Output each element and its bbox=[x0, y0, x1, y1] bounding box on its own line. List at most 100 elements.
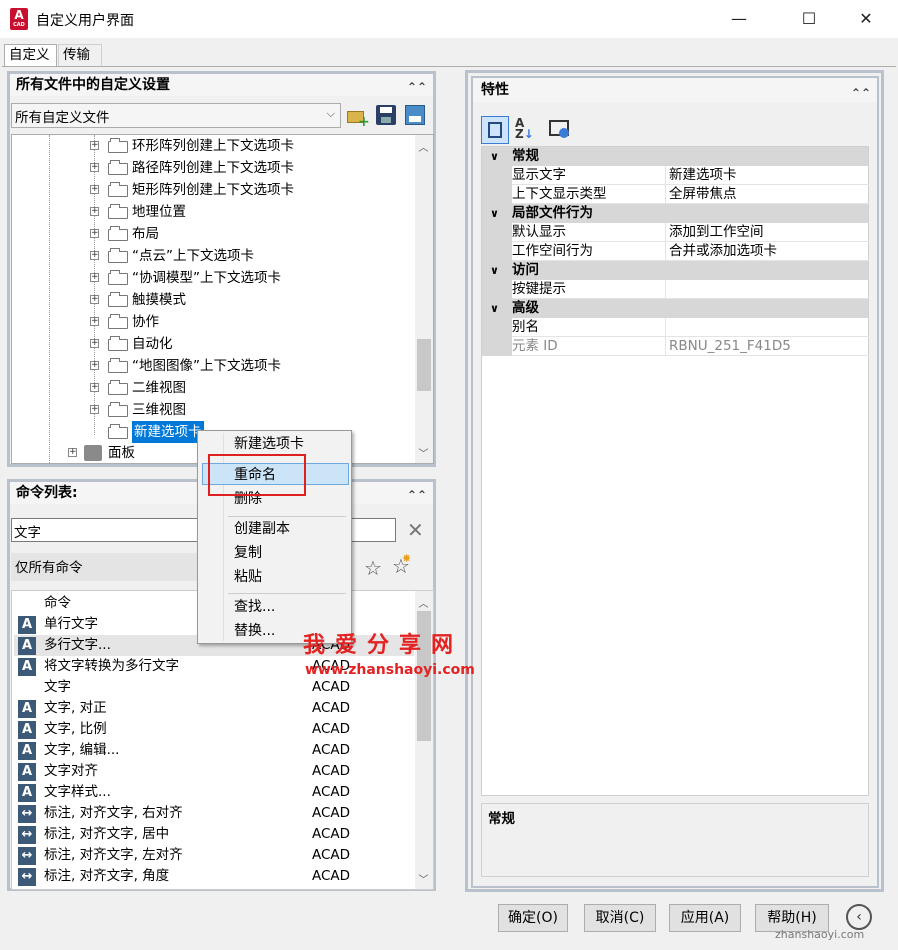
properties-panel: 特性 ⌃⌃ A Z↓ ∨ 常规 显示文字 新建选项卡 上下文显示类型 全屏带焦点 ∨ 局部文件行… bbox=[471, 76, 879, 888]
command-row[interactable]: ↔ 标注, 对齐文字, 左对齐 ACAD bbox=[14, 845, 414, 866]
property-row[interactable]: 按键提示 bbox=[512, 280, 869, 299]
save-icon[interactable] bbox=[376, 105, 396, 125]
ok-button[interactable]: 确定(O) bbox=[498, 904, 568, 932]
command-source: ACAD bbox=[312, 784, 351, 800]
tree-node-label: 矩形阵列创建上下文选项卡 bbox=[132, 182, 294, 198]
command-icon: ↔ bbox=[18, 826, 36, 844]
menu-item-new-tab[interactable]: 新建选项卡 bbox=[234, 434, 304, 454]
expand-icon[interactable]: + bbox=[90, 361, 99, 370]
menu-item-paste[interactable]: 粘贴 bbox=[234, 567, 262, 587]
property-value[interactable]: 添加到工作空间 bbox=[665, 223, 870, 242]
tab-customize[interactable]: 自定义 bbox=[4, 44, 57, 67]
menu-item-replace[interactable]: 替换... bbox=[234, 621, 275, 641]
command-row[interactable]: A 文字, 对正 ACAD bbox=[14, 698, 414, 719]
menu-item-copy[interactable]: 复制 bbox=[234, 543, 262, 563]
maximize-button[interactable]: ☐ bbox=[786, 0, 832, 38]
customizations-panel-title: 所有文件中的自定义设置 bbox=[16, 77, 170, 93]
preview-icon[interactable] bbox=[405, 105, 425, 125]
property-value[interactable] bbox=[665, 318, 870, 337]
property-key: 默认显示 bbox=[512, 224, 566, 240]
expand-icon[interactable]: + bbox=[90, 383, 99, 392]
chevron-down-icon[interactable]: ∨ bbox=[490, 261, 499, 280]
property-row[interactable]: 工作空间行为 合并或添加选项卡 bbox=[512, 242, 869, 261]
command-name: 文字, 比例 bbox=[44, 721, 107, 737]
minimize-button[interactable]: — bbox=[716, 0, 762, 38]
command-row[interactable]: A 文字样式... ACAD bbox=[14, 782, 414, 803]
property-value[interactable] bbox=[665, 280, 870, 299]
window-title: 自定义用户界面 bbox=[36, 13, 134, 29]
property-value[interactable]: RBNU_251_F41D5 bbox=[665, 337, 870, 356]
expand-icon[interactable]: + bbox=[90, 251, 99, 260]
scroll-down-arrow-icon[interactable]: ﹀ bbox=[415, 871, 432, 886]
expand-icon[interactable]: + bbox=[90, 273, 99, 282]
scrollbar-thumb[interactable] bbox=[417, 339, 431, 391]
collapse-icon[interactable]: ⌃⌃ bbox=[407, 484, 427, 506]
tree-scrollbar[interactable]: ︿ ﹀ bbox=[415, 135, 433, 463]
open-file-icon[interactable]: + bbox=[346, 105, 370, 130]
property-value[interactable]: 全屏带焦点 bbox=[665, 185, 870, 204]
expand-icon[interactable]: + bbox=[90, 229, 99, 238]
expand-icon[interactable]: + bbox=[90, 163, 99, 172]
command-row[interactable]: A 文字, 编辑... ACAD bbox=[14, 740, 414, 761]
command-row[interactable]: ↔ 标注, 对齐文字, 居中 ACAD bbox=[14, 824, 414, 845]
expand-icon[interactable]: + bbox=[90, 405, 99, 414]
command-row[interactable]: A 文字, 比例 ACAD bbox=[14, 719, 414, 740]
tab-folder-icon bbox=[108, 402, 128, 417]
command-source: ACAD bbox=[312, 679, 351, 695]
property-value[interactable]: 合并或添加选项卡 bbox=[665, 242, 870, 261]
command-icon: A bbox=[18, 637, 36, 655]
tab-folder-icon bbox=[108, 292, 128, 307]
collapse-icon[interactable]: ⌃⌃ bbox=[407, 76, 427, 98]
new-command-star-icon[interactable]: ☆ ✸ bbox=[392, 552, 411, 578]
scroll-up-arrow-icon[interactable]: ︿ bbox=[415, 139, 432, 154]
menu-item-find[interactable]: 查找... bbox=[234, 597, 275, 617]
autocad-app-icon: A CAD bbox=[10, 8, 28, 30]
property-row[interactable]: 显示文字 新建选项卡 bbox=[512, 166, 869, 185]
command-icon: ↔ bbox=[18, 805, 36, 823]
sort-az-icon[interactable]: A Z↓ bbox=[515, 117, 534, 140]
chevron-down-icon[interactable]: ∨ bbox=[490, 204, 499, 223]
watermark-corner: zhanshaoyi.com bbox=[775, 928, 865, 941]
property-row[interactable]: 默认显示 添加到工作空间 bbox=[512, 223, 869, 242]
property-category[interactable]: ∨ 高级 bbox=[482, 299, 868, 318]
command-row[interactable]: 文字 ACAD bbox=[14, 677, 414, 698]
command-row[interactable]: ↔ 标注, 对齐文字, 角度 ACAD bbox=[14, 866, 414, 887]
cancel-button[interactable]: 取消(C) bbox=[584, 904, 656, 932]
expand-icon[interactable]: + bbox=[90, 185, 99, 194]
tree-node-label: 地理位置 bbox=[132, 204, 186, 220]
menu-item-duplicate[interactable]: 创建副本 bbox=[234, 519, 290, 539]
collapse-icon[interactable]: ⌃⌃ bbox=[851, 81, 871, 105]
customization-file-combo[interactable]: 所有自定义文件 ⌵ bbox=[11, 103, 341, 128]
property-category[interactable]: ∨ 访问 bbox=[482, 261, 868, 280]
clear-search-icon[interactable]: ✕ bbox=[407, 518, 424, 542]
property-pages-icon[interactable] bbox=[549, 120, 569, 138]
property-category[interactable]: ∨ 常规 bbox=[482, 147, 868, 166]
property-key: 工作空间行为 bbox=[512, 243, 593, 259]
command-row[interactable]: ↔ 标注, 对齐文字, 右对齐 ACAD bbox=[14, 803, 414, 824]
scroll-up-arrow-icon[interactable]: ︿ bbox=[415, 595, 432, 610]
chevron-down-icon[interactable]: ∨ bbox=[490, 299, 499, 318]
command-icon: A bbox=[18, 763, 36, 781]
expand-icon[interactable]: + bbox=[90, 317, 99, 326]
chevron-down-icon[interactable]: ∨ bbox=[490, 147, 499, 166]
property-row[interactable]: 别名 bbox=[512, 318, 869, 337]
property-category[interactable]: ∨ 局部文件行为 bbox=[482, 204, 868, 223]
property-row[interactable]: 上下文显示类型 全屏带焦点 bbox=[512, 185, 869, 204]
property-value[interactable]: 新建选项卡 bbox=[665, 166, 870, 185]
expand-icon[interactable]: + bbox=[90, 207, 99, 216]
scroll-down-arrow-icon[interactable]: ﹀ bbox=[415, 445, 432, 460]
tab-transfer[interactable]: 传输 bbox=[58, 44, 102, 66]
expand-icon[interactable]: + bbox=[90, 295, 99, 304]
expand-icon[interactable]: + bbox=[90, 339, 99, 348]
star-icon[interactable]: ☆ bbox=[364, 556, 382, 580]
apply-button[interactable]: 应用(A) bbox=[669, 904, 741, 932]
collapse-panel-icon[interactable]: ‹ bbox=[846, 904, 872, 930]
close-button[interactable]: ✕ bbox=[843, 0, 889, 38]
tree-node-label: 面板 bbox=[108, 445, 135, 461]
command-source: ACAD bbox=[312, 868, 351, 884]
expand-icon[interactable]: + bbox=[90, 141, 99, 150]
property-row[interactable]: 元素 ID RBNU_251_F41D5 bbox=[512, 337, 869, 356]
categorized-view-icon[interactable] bbox=[481, 116, 509, 144]
command-row[interactable]: A 文字对齐 ACAD bbox=[14, 761, 414, 782]
tree-node-label: “协调模型”上下文选项卡 bbox=[132, 270, 281, 286]
